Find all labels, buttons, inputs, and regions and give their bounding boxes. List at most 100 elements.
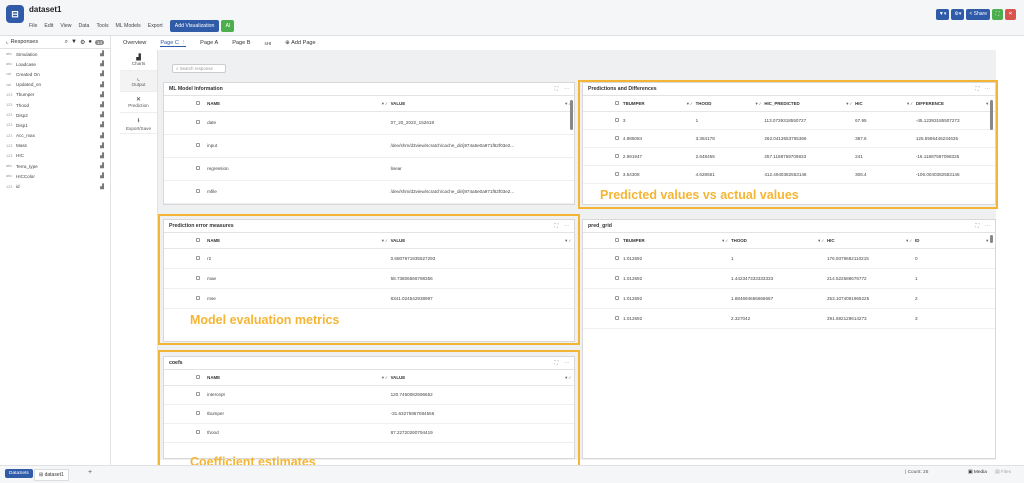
row-checkbox[interactable] [196,189,200,193]
menu-data[interactable]: Data [78,23,89,29]
bar-chart-icon[interactable]: ▟ [100,102,104,108]
sidebar-item-terra-type[interactable]: abc Terra_type ▟ [0,161,110,171]
menu-export[interactable]: Export [148,23,163,29]
tool-output[interactable]: ⌞ Output [120,71,157,92]
menu-tools[interactable]: Tools [96,23,108,29]
column-header[interactable]: THOOD ▼ ⁄ [731,233,827,249]
tool-prediction[interactable]: ✕ Prediction [120,92,157,113]
row-checkbox[interactable] [196,166,200,170]
scrollbar[interactable] [990,235,993,243]
type-icon: abc [6,174,13,179]
table-row[interactable]: 1.012692 1 176.9379682110215 0 [583,248,995,269]
menu-view[interactable]: View [60,23,71,29]
sidebar-item-disp2[interactable]: 123 Disp2 ▟ [0,110,110,120]
search-input[interactable]: ⌕ Search response [172,64,226,73]
table-row[interactable]: 1.012692 1.884694666666667 253.10740919652… [583,288,995,309]
column-header[interactable]: TBUMPER ▼ ⁄ [623,233,731,249]
sidebar-item-mass[interactable]: 123 Mass ▟ [0,141,110,151]
bar-chart-icon[interactable]: ▟ [100,173,104,179]
row-checkbox[interactable] [196,143,200,147]
dataset-tab[interactable]: ⊞ dataset1 [34,469,69,481]
bar-chart-icon[interactable]: ▟ [100,61,104,67]
filter-dropdown-icon[interactable]: ▼▾ [935,9,950,20]
row-checkbox[interactable] [615,295,619,300]
sidebar-item-label: Loadcase [16,61,36,67]
expand-icon[interactable]: ⛶ [554,86,558,92]
fullscreen-icon[interactable]: ⛶ [992,9,1003,20]
ai-button[interactable]: AI [221,20,235,32]
sidebar-item-tbumper[interactable]: 123 Tbumper ▟ [0,90,110,100]
bar-chart-icon[interactable]: ▟ [100,112,104,118]
sidebar-item-loadcase[interactable]: abc Loadcase ▟ [0,59,110,69]
tool-export-save[interactable]: ⭳ Export/Save [120,113,157,134]
select-all-checkbox[interactable] [196,100,200,105]
sort-icon[interactable]: ▼ ⁄ [817,238,823,243]
row-checkbox[interactable] [196,120,200,124]
column-header[interactable]: ID ▼ ⁄ [915,233,995,249]
sidebar-item-hiccolor[interactable]: abc HICColor ▟ [0,171,110,181]
close-icon[interactable]: ✕ [1005,9,1016,20]
bar-chart-icon[interactable]: ▟ [100,71,104,77]
column-header[interactable]: VALUE ▼ ⁄ [390,96,574,112]
row-checkbox[interactable] [615,275,619,280]
tool-charts[interactable]: ▟ Charts [120,50,157,71]
sidebar-header: ⌞ Responses ⌕ ▼ ⚙ ● 14 [0,36,110,49]
circle-icon[interactable]: ● [88,39,92,45]
menu-edit[interactable]: Edit [44,23,53,29]
media-button[interactable]: ▣ Media [968,470,987,475]
datasets-tab[interactable]: DataSets [5,469,33,478]
more-icon[interactable]: ⋯ [985,223,990,229]
tab-page-c[interactable]: Page C ⋮ [160,40,187,47]
type-icon: cal [6,82,11,87]
select-all-checkbox[interactable] [615,237,619,242]
table-row[interactable]: 1.012692 1.442347333333333 214.52268867677… [583,268,995,289]
table-row[interactable]: date 07_20_2022_152618 [164,111,574,135]
column-header[interactable]: HIC ▼ ⁄ [827,233,915,249]
sidebar-item-updated-on[interactable]: cal Updated_on ▟ [0,80,110,90]
bar-chart-icon[interactable]: ▟ [100,51,104,57]
settings-dropdown-icon[interactable]: ⚙▾ [951,9,965,20]
table-row[interactable]: input/dev/shm/d3view/scratch/cache_dir/j… [164,134,574,158]
column-header[interactable]: NAME ▼ ⁄ [207,96,391,112]
tab-page-a[interactable]: Page A [200,40,218,46]
sidebar-item-created-on[interactable]: cal Created On ▟ [0,69,110,79]
sort-icon[interactable]: ▼ ⁄ [721,238,727,243]
add-page-button[interactable]: ⊕ Add Page [285,40,316,46]
more-icon[interactable]: ⋯ [564,86,569,92]
bar-chart-icon[interactable]: ▟ [100,82,104,88]
bar-chart-icon[interactable]: ▟ [100,133,104,139]
sidebar-item-hic[interactable]: 123 HIC ▟ [0,151,110,161]
search-icon[interactable]: ⌕ [65,39,68,46]
bar-chart-icon[interactable]: ▟ [100,163,104,169]
table-row[interactable]: regression linear [164,157,574,181]
tab-page-b[interactable]: Page B [232,40,250,46]
sidebar-item-disp1[interactable]: 123 Disp1 ▟ [0,120,110,130]
bar-chart-icon[interactable]: ▟ [100,143,104,149]
bar-chart-icon[interactable]: ▟ [100,122,104,128]
expand-icon[interactable]: ⛶ [975,223,979,229]
bar-chart-icon[interactable]: ▟ [100,92,104,98]
row-checkbox[interactable] [615,315,619,320]
sidebar-item-thood[interactable]: 123 Thood ▟ [0,100,110,110]
sidebar-item-acc-max[interactable]: 123 Acc_max ▟ [0,131,110,141]
bar-chart-icon[interactable]: ▟ [100,153,104,159]
row-checkbox[interactable] [615,255,619,260]
tab-overview[interactable]: Overview [123,40,146,46]
menu-file[interactable]: File [29,23,37,29]
table-row[interactable]: 1.012692 2.327042 291.692129614273 3 [583,308,995,329]
tab-sht[interactable]: sHt [265,41,272,46]
settings-icon[interactable]: ⚙ [80,39,85,46]
filter-icon[interactable]: ▼ [71,39,77,45]
share-button[interactable]: < Share [966,9,990,20]
table-row[interactable]: mfile/dev/shm/d3view/scratch/cache_dir/j… [164,180,574,204]
menu-ml-models[interactable]: ML Models [116,23,141,29]
sort-icon[interactable]: ▼ ⁄ [905,238,911,243]
add-dataset-button[interactable]: + [88,469,92,476]
sidebar-item-simulation[interactable]: abc Simulation ▟ [0,49,110,59]
bar-chart-icon[interactable]: ▟ [100,184,104,190]
add-visualization-button[interactable]: Add Visualization [169,20,220,32]
files-button[interactable]: ▤ Files [995,470,1011,475]
sort-icon[interactable]: ▼ ⁄ [381,101,387,106]
scrollbar[interactable] [570,100,573,130]
sidebar-item-id[interactable]: 123 id ▟ [0,181,110,191]
